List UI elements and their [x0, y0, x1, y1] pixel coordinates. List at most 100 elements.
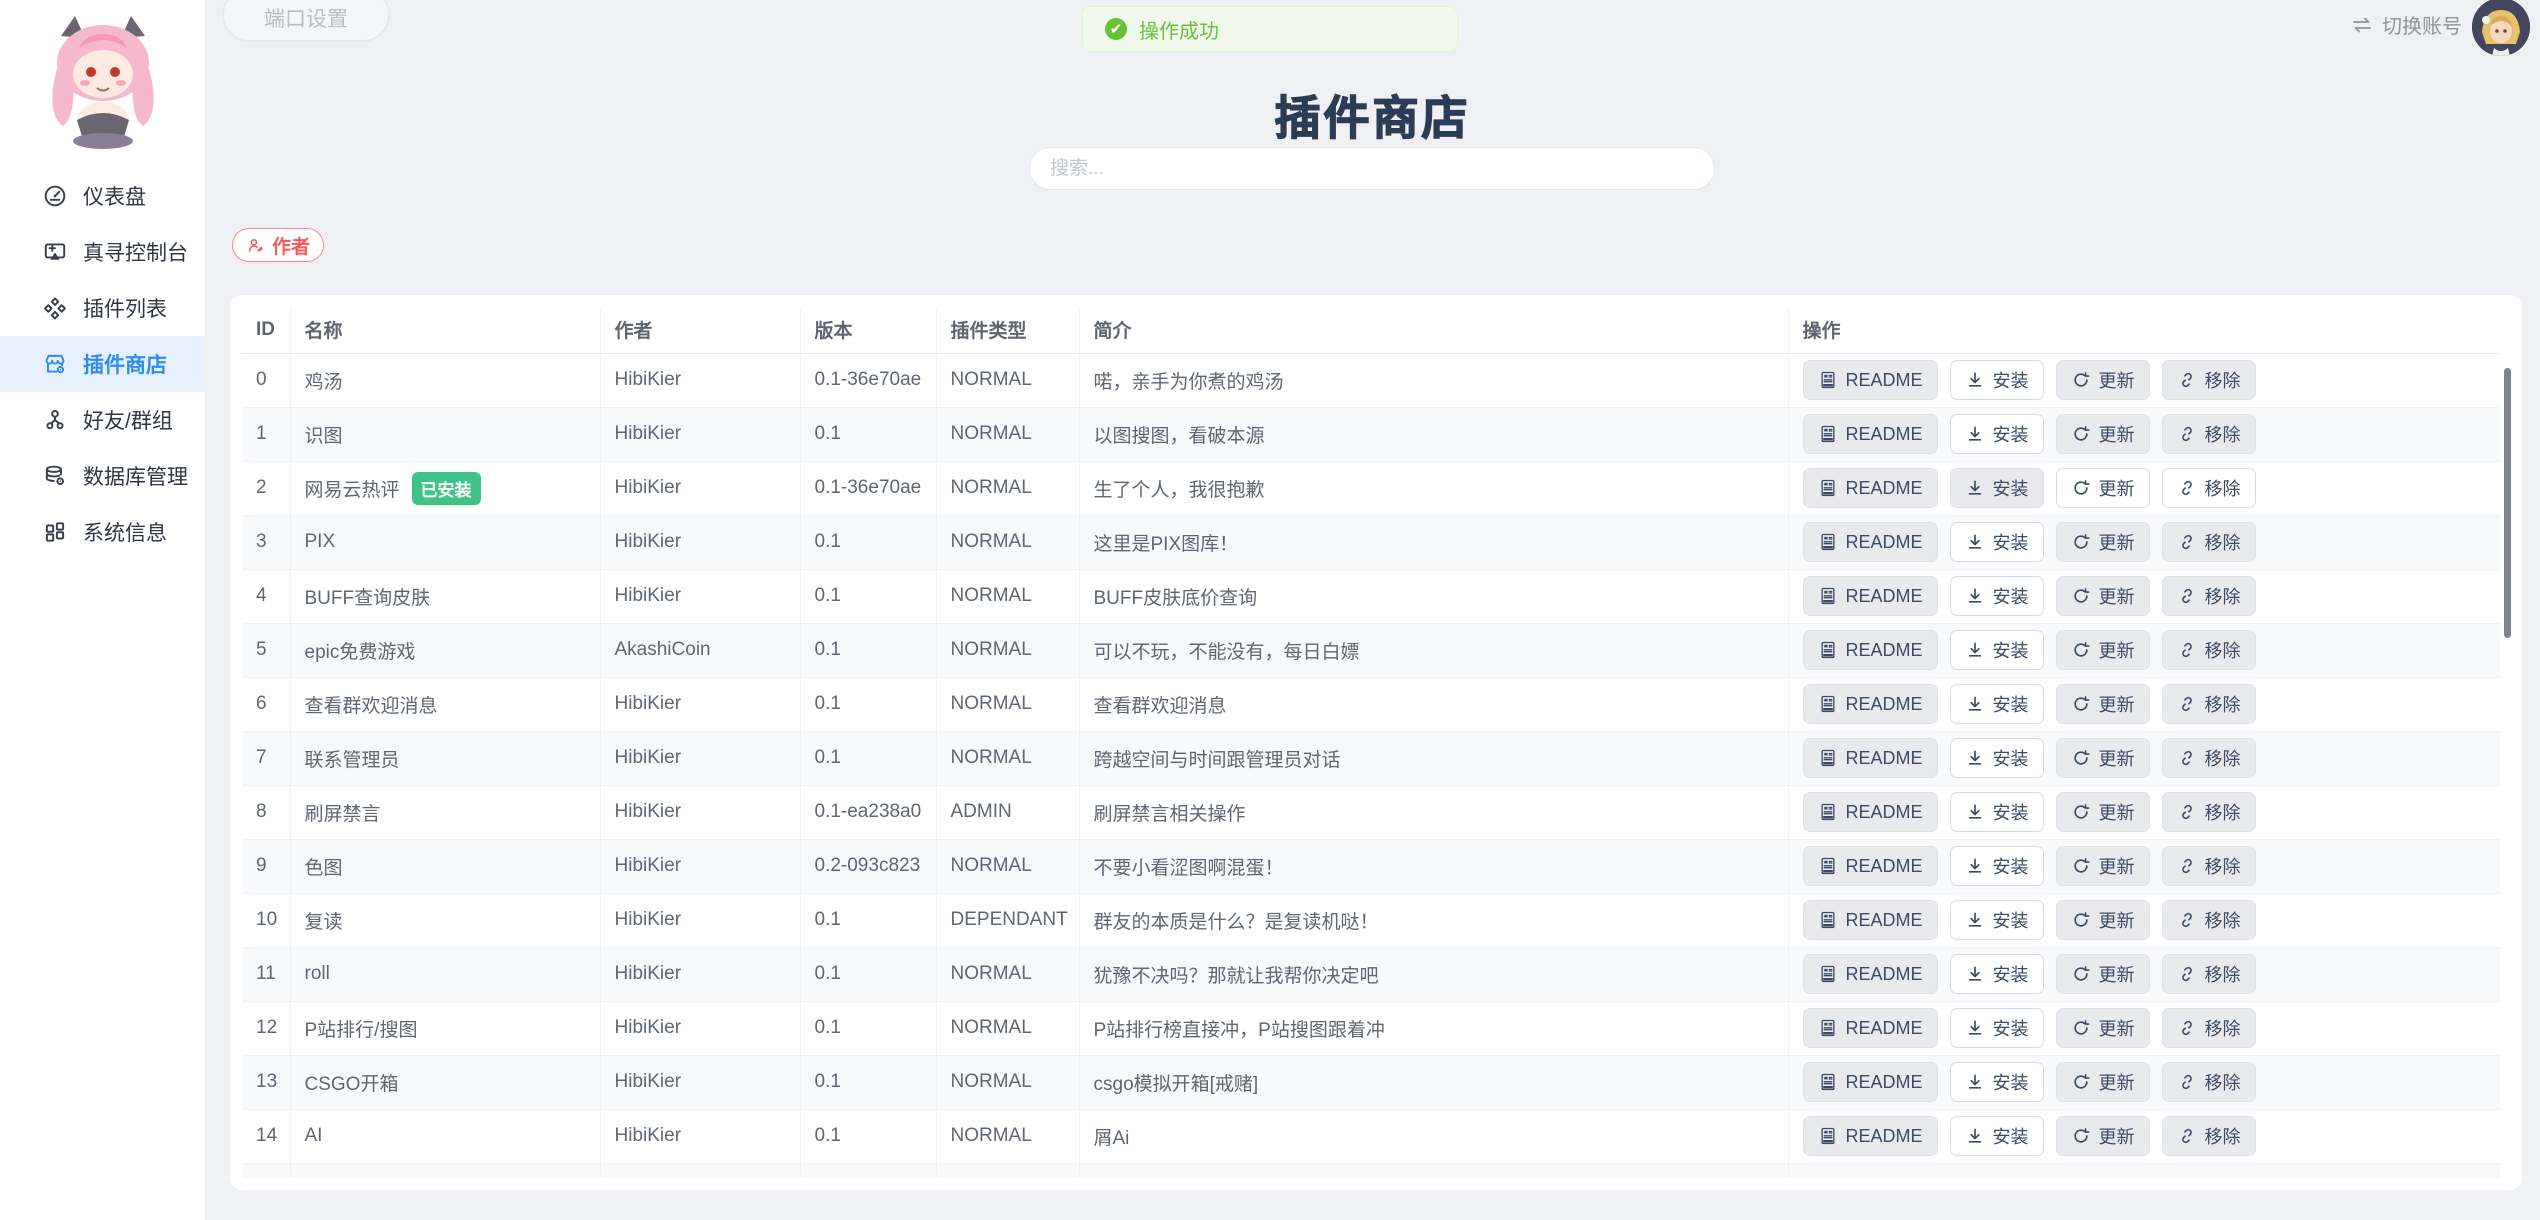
remove-button[interactable]: 移除 [2162, 468, 2256, 508]
remove-button[interactable]: 移除 [2162, 792, 2256, 832]
update-button-label: 更新 [2099, 1123, 2135, 1149]
user-avatar[interactable] [2472, 0, 2530, 56]
switch-account-button[interactable]: 切换账号 [2350, 10, 2462, 39]
readme-button[interactable]: README [1803, 684, 1938, 724]
readme-button-label: README [1846, 640, 1923, 661]
install-button[interactable]: 安装 [1950, 360, 2044, 400]
update-button[interactable]: 更新 [2056, 1008, 2150, 1048]
install-button-label: 安装 [1993, 745, 2029, 771]
install-button[interactable]: 安装 [1950, 468, 2044, 508]
cell-name: 复读 [290, 893, 600, 947]
sidebar-item-console[interactable]: 真寻控制台 [0, 224, 205, 280]
remove-button[interactable]: 移除 [2162, 846, 2256, 886]
cell-actions: README 安装更新移除 [1788, 461, 2500, 515]
port-settings-button[interactable]: 端口设置 [222, 0, 390, 42]
unlink-icon [2177, 1072, 2197, 1092]
cell-type: ADMIN [936, 785, 1079, 839]
readme-button[interactable]: README [1803, 414, 1938, 454]
update-button[interactable]: 更新 [2056, 738, 2150, 778]
install-button[interactable]: 安装 [1950, 414, 2044, 454]
install-button[interactable]: 安装 [1950, 900, 2044, 940]
install-button[interactable]: 安装 [1950, 846, 2044, 886]
update-button[interactable]: 更新 [2056, 1062, 2150, 1102]
install-button[interactable]: 安装 [1950, 954, 2044, 994]
install-button[interactable]: 安装 [1950, 738, 2044, 778]
update-button[interactable]: 更新 [2056, 900, 2150, 940]
install-button[interactable]: 安装 [1950, 684, 2044, 724]
update-button[interactable]: 更新 [2056, 954, 2150, 994]
remove-button-label: 移除 [2205, 1123, 2241, 1149]
remove-button[interactable]: 移除 [2162, 576, 2256, 616]
remove-button[interactable]: 移除 [2162, 522, 2256, 562]
update-button[interactable]: 更新 [2056, 414, 2150, 454]
remove-button[interactable]: 移除 [2162, 954, 2256, 994]
install-button[interactable]: 安装 [1950, 576, 2044, 616]
install-button[interactable]: 安装 [1950, 792, 2044, 832]
remove-button[interactable]: 移除 [2162, 738, 2256, 778]
readme-button[interactable]: README [1803, 954, 1938, 994]
sidebar-item-label: 系统信息 [83, 517, 167, 547]
table-scrollbar-thumb[interactable] [2504, 368, 2511, 638]
refresh-icon [2071, 640, 2091, 660]
cell-author: HibiKier [600, 1055, 800, 1109]
install-button[interactable]: 安装 [1950, 1116, 2044, 1156]
sidebar-item-plugin-store[interactable]: 插件商店 [0, 336, 205, 392]
readme-button[interactable]: README [1803, 360, 1938, 400]
sidebar-item-database[interactable]: 数据库管理 [0, 448, 205, 504]
table-row: 11rollHibiKier0.1NORMAL犹豫不决吗？那就让我帮你决定吧RE… [242, 947, 2500, 1001]
table-scroll-area[interactable]: ID 名称 作者 版本 插件类型 简介 操作 0鸡汤HibiKier0.1-36… [242, 307, 2500, 1178]
update-button-label: 更新 [2099, 961, 2135, 987]
readme-button[interactable]: README [1803, 1062, 1938, 1102]
unlink-icon [2177, 856, 2197, 876]
readme-button[interactable]: README [1803, 468, 1938, 508]
remove-button[interactable]: 移除 [2162, 1062, 2256, 1102]
cell-version: 0.1 [800, 1055, 936, 1109]
update-button[interactable]: 更新 [2056, 360, 2150, 400]
readme-button[interactable]: README [1803, 1008, 1938, 1048]
readme-button[interactable]: README [1803, 630, 1938, 670]
update-button[interactable]: 更新 [2056, 522, 2150, 562]
readme-button-label: README [1846, 802, 1923, 823]
install-button[interactable]: 安装 [1950, 1008, 2044, 1048]
cell-version: 0.1 [800, 569, 936, 623]
install-button[interactable]: 安装 [1950, 630, 2044, 670]
search-input[interactable] [1029, 147, 1715, 190]
unlink-icon [2177, 1126, 2197, 1146]
remove-button[interactable]: 移除 [2162, 360, 2256, 400]
readme-button[interactable]: README [1803, 1116, 1938, 1156]
sidebar-item-friends-groups[interactable]: 好友/群组 [0, 392, 205, 448]
author-filter-chip[interactable]: 作者 [232, 228, 324, 262]
cell-id: 3 [242, 515, 290, 569]
install-button-label: 安装 [1993, 853, 2029, 879]
readme-button[interactable]: README [1803, 738, 1938, 778]
update-button[interactable]: 更新 [2056, 1116, 2150, 1156]
update-button[interactable]: 更新 [2056, 846, 2150, 886]
readme-button[interactable]: README [1803, 522, 1938, 562]
install-button[interactable]: 安装 [1950, 522, 2044, 562]
sidebar-item-system-info[interactable]: 系统信息 [0, 504, 205, 560]
remove-button[interactable]: 移除 [2162, 1008, 2256, 1048]
update-button[interactable]: 更新 [2056, 468, 2150, 508]
sidebar-item-plugin-list[interactable]: 插件列表 [0, 280, 205, 336]
update-button[interactable]: 更新 [2056, 792, 2150, 832]
install-button[interactable]: 安装 [1950, 1062, 2044, 1102]
readme-button[interactable]: README [1803, 792, 1938, 832]
readme-button[interactable]: README [1803, 900, 1938, 940]
update-button[interactable]: 更新 [2056, 576, 2150, 616]
col-header-id: ID [242, 307, 290, 353]
update-button[interactable]: 更新 [2056, 684, 2150, 724]
remove-button[interactable]: 移除 [2162, 630, 2256, 670]
remove-button[interactable]: 移除 [2162, 414, 2256, 454]
update-button[interactable]: 更新 [2056, 630, 2150, 670]
remove-button[interactable]: 移除 [2162, 684, 2256, 724]
remove-button[interactable]: 移除 [2162, 1116, 2256, 1156]
readme-button-label: README [1846, 964, 1923, 985]
download-icon [1965, 1126, 1985, 1146]
readme-button[interactable]: README [1803, 576, 1938, 616]
remove-button[interactable]: 移除 [2162, 900, 2256, 940]
install-button-label: 安装 [1993, 907, 2029, 933]
readme-button[interactable]: README [1803, 846, 1938, 886]
sidebar-item-dashboard[interactable]: 仪表盘 [0, 168, 205, 224]
readme-file-icon [1818, 694, 1838, 714]
cell-type: NORMAL [936, 515, 1079, 569]
